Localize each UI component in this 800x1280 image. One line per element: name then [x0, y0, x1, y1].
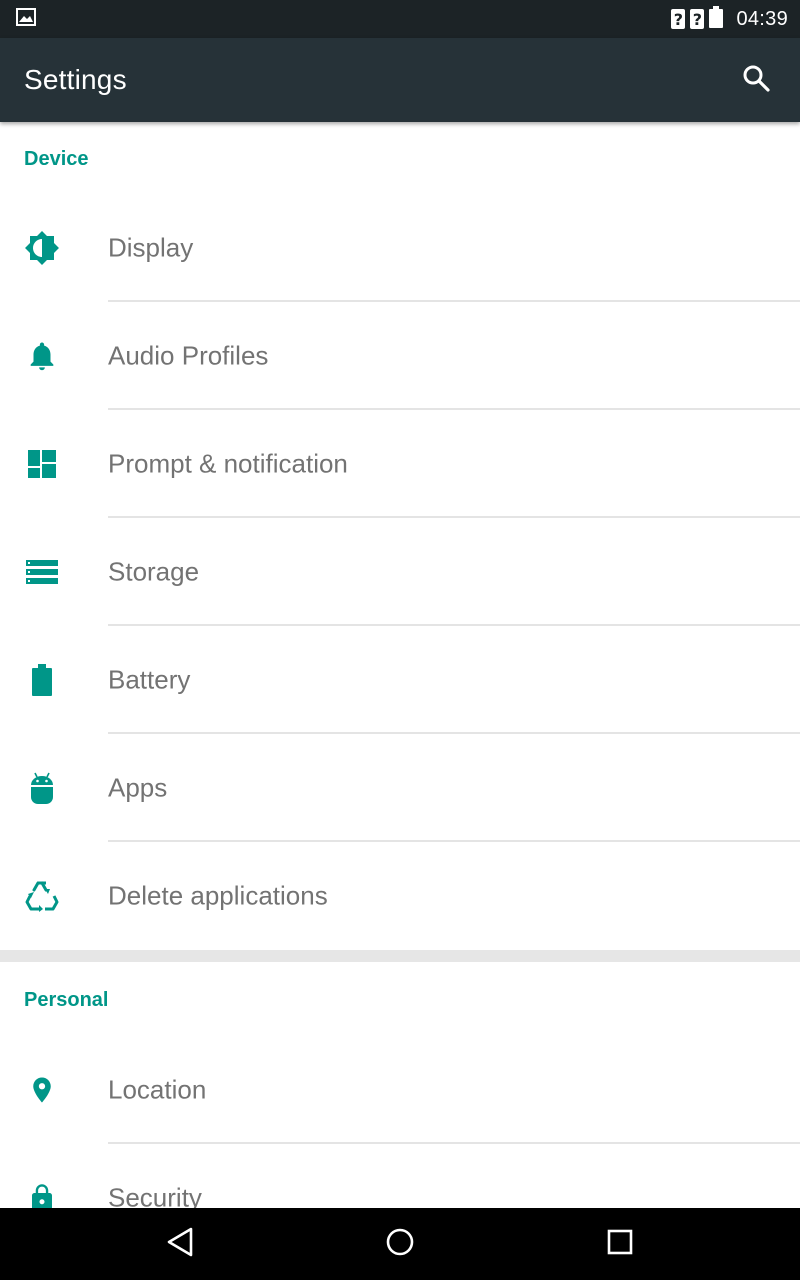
battery-status-icon: [709, 5, 724, 33]
status-right: ? ? 04:39: [671, 5, 788, 33]
section-personal: Personal Location Security: [0, 962, 800, 1208]
settings-item-label: Apps: [108, 772, 168, 803]
battery-icon: [24, 662, 60, 698]
image-notification-icon: [16, 7, 36, 31]
back-button[interactable]: [150, 1214, 210, 1274]
section-device: Device Display Audio Profiles Prompt & n…: [0, 122, 800, 950]
status-time: 04:39: [736, 7, 788, 30]
recents-icon: [607, 1229, 633, 1260]
search-button[interactable]: [732, 56, 780, 104]
settings-item-security[interactable]: Security: [0, 1144, 800, 1208]
settings-item-label: Prompt & notification: [108, 448, 348, 479]
settings-item-storage[interactable]: Storage: [0, 518, 800, 626]
sim-unknown-icon: ?: [690, 9, 705, 29]
section-header-personal: Personal: [24, 988, 109, 1011]
home-icon: [385, 1227, 415, 1262]
grid-icon: [24, 446, 60, 482]
section-header-device: Device: [24, 147, 89, 170]
settings-item-audio-profiles[interactable]: Audio Profiles: [0, 302, 800, 410]
search-icon: [742, 64, 770, 97]
location-pin-icon: [24, 1072, 60, 1108]
page-title: Settings: [24, 64, 127, 95]
settings-item-label: Security: [108, 1182, 202, 1209]
navigation-bar: [0, 1208, 800, 1280]
back-icon: [166, 1227, 194, 1262]
android-icon: [24, 770, 60, 806]
sim-unknown-icon: ?: [671, 9, 686, 29]
settings-item-battery[interactable]: Battery: [0, 626, 800, 734]
settings-item-label: Storage: [108, 556, 200, 587]
storage-icon: [24, 554, 60, 590]
settings-item-label: Audio Profiles: [108, 340, 269, 371]
recents-button[interactable]: [590, 1214, 650, 1274]
settings-item-label: Battery: [108, 664, 191, 695]
status-bar: ? ? 04:39: [0, 0, 800, 38]
settings-item-display[interactable]: Display: [0, 194, 800, 302]
settings-item-delete-applications[interactable]: Delete applications: [0, 842, 800, 950]
settings-list[interactable]: Device Display Audio Profiles Prompt & n…: [0, 122, 800, 1208]
settings-item-label: Location: [108, 1074, 207, 1105]
settings-item-label: Display: [108, 232, 194, 263]
settings-item-label: Delete applications: [108, 880, 328, 911]
brightness-icon: [24, 230, 60, 266]
settings-item-prompt-notification[interactable]: Prompt & notification: [0, 410, 800, 518]
app-bar: Settings: [0, 38, 800, 122]
settings-item-apps[interactable]: Apps: [0, 734, 800, 842]
lock-icon: [24, 1180, 60, 1208]
recycle-icon: [24, 878, 60, 914]
settings-item-location[interactable]: Location: [0, 1036, 800, 1144]
bell-icon: [24, 338, 60, 374]
status-left: [16, 7, 36, 31]
home-button[interactable]: [370, 1214, 430, 1274]
